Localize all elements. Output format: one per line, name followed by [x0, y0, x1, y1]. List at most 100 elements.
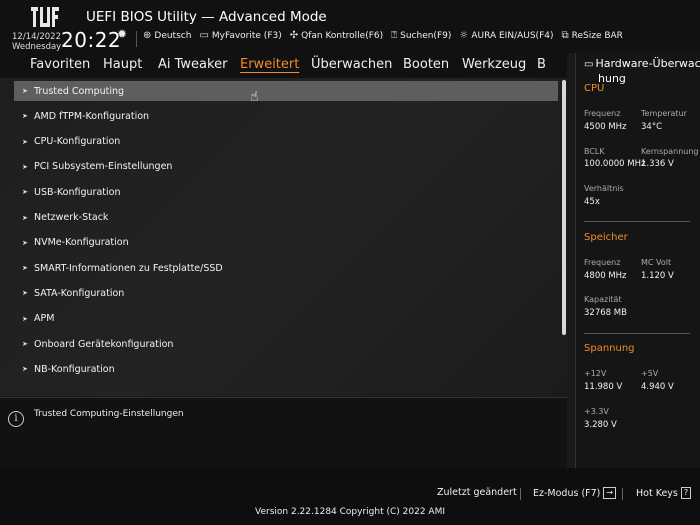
menu-item[interactable]: ➤ AMD fTPM-Konfiguration — [14, 106, 558, 126]
menu-item-label: Netzwerk-Stack — [34, 212, 109, 223]
ratio-label: Verhältnis — [584, 184, 624, 193]
v12-value: 11.980 V — [584, 382, 623, 392]
aura-label: AURA EIN/AUS(F4) — [471, 31, 554, 41]
arrow-right-icon: ➤ — [22, 137, 28, 146]
mem-freq-value: 4800 MHz — [584, 271, 627, 281]
qfan-button[interactable]: ✣ Qfan Kontrolle(F6) — [289, 30, 384, 42]
gear-icon[interactable]: ✹ — [117, 27, 127, 41]
header-divider — [136, 31, 137, 47]
hot-keys-button[interactable]: Hot Keys ? — [636, 487, 692, 499]
tab-haupt[interactable]: Haupt — [103, 57, 142, 72]
footer-bar: Zuletzt geändert Ez-Modus (F7) → Hot Key… — [0, 468, 700, 525]
qfan-label: Qfan Kontrolle(F6) — [301, 31, 384, 41]
menu-item[interactable]: ➤ CPU-Konfiguration — [14, 132, 558, 152]
menu-item[interactable]: ➤ Trusted Computing — [14, 81, 558, 101]
arrow-right-icon: ➤ — [22, 188, 28, 197]
menu-item-label: SATA-Konfiguration — [34, 287, 125, 299]
search-label: Suchen(F9) — [400, 31, 452, 41]
date-display: 12/14/2022 Wednesday — [12, 32, 61, 52]
tab-werkzeug[interactable]: Werkzeug — [462, 57, 526, 72]
mc-volt-value: 1.120 V — [641, 271, 674, 281]
last-modified-button[interactable]: Zuletzt geändert — [437, 487, 517, 498]
hot-keys-label: Hot Keys — [636, 487, 678, 499]
menu-item-label: Onboard Gerätekonfiguration — [34, 338, 174, 350]
help-text: Trusted Computing-Einstellungen — [34, 409, 184, 419]
v12-label: +12V — [584, 369, 607, 378]
capacity-value: 32768 MB — [584, 308, 627, 318]
arrow-right-icon: ➤ — [22, 162, 28, 171]
tab-ai-tweaker[interactable]: Ai Tweaker — [158, 57, 227, 72]
menu-item[interactable]: ➤ SMART-Informationen zu Festplatte/SSD — [14, 258, 558, 278]
resize-bar-icon: ⧉ — [561, 30, 569, 41]
menu-item-label: PCI Subsystem-Einstellungen — [34, 161, 173, 173]
last-modified-label: Zuletzt geändert — [437, 487, 517, 498]
tab-erweitert[interactable]: Erweitert — [240, 57, 299, 72]
footer-divider — [622, 488, 623, 500]
ez-mode-button[interactable]: Ez-Modus (F7) → — [533, 487, 617, 499]
menu-item[interactable]: ➤ Netzwerk-Stack — [14, 208, 558, 228]
page-title: UEFI BIOS Utility — Advanced Mode — [86, 9, 327, 25]
arrow-right-icon: ➤ — [22, 213, 28, 222]
aura-icon: ☼ — [459, 30, 469, 41]
exit-arrow-icon: → — [603, 487, 617, 499]
scrollbar[interactable] — [562, 80, 566, 335]
capacity-label: Kapazität — [584, 295, 622, 304]
menu-item-label: APM — [34, 313, 55, 325]
language-button[interactable]: ⊕ Deutsch — [143, 30, 192, 42]
mc-volt-label: MC Volt — [641, 258, 672, 267]
help-search-icon: ⍰ — [391, 30, 398, 41]
search-button[interactable]: ⍰ Suchen(F9) — [391, 30, 452, 42]
v5-label: +5V — [641, 369, 659, 378]
header-bar: UEFI BIOS Utility — Advanced Mode 12/14/… — [0, 0, 700, 53]
hardware-monitor-panel: ▭ Hardware-Überwac hung CPU Frequenz Temp… — [575, 53, 700, 468]
mem-freq-label: Frequenz — [584, 258, 621, 267]
fan-icon: ✣ — [289, 30, 299, 41]
tab-partial[interactable]: B — [537, 57, 546, 72]
menu-item-label: NVMe-Konfiguration — [34, 237, 129, 249]
myfavorite-button[interactable]: ▭ MyFavorite (F3) — [199, 30, 282, 42]
arrow-right-icon: ➤ — [22, 264, 28, 273]
cpu-heading: CPU — [584, 83, 605, 94]
favorite-icon: ▭ — [199, 30, 209, 41]
menu-item-label: NB-Konfiguration — [34, 363, 115, 375]
weekday-text: Wednesday — [12, 42, 62, 52]
vcore-value: 1.336 V — [641, 159, 674, 169]
clock-display: 20:22 — [61, 28, 122, 52]
menu-item[interactable]: ➤ APM — [14, 309, 558, 329]
hw-title-line1: Hardware-Überwac — [595, 57, 700, 70]
myfavorite-label: MyFavorite (F3) — [211, 31, 282, 41]
arrow-right-icon: ➤ — [22, 289, 28, 298]
menu-item[interactable]: ➤ Onboard Gerätekonfiguration — [14, 334, 558, 354]
menu-item[interactable]: ➤ PCI Subsystem-Einstellungen — [14, 157, 558, 177]
bclk-label: BCLK — [584, 147, 605, 156]
v5-value: 4.940 V — [641, 382, 674, 392]
memory-heading: Speicher — [584, 232, 628, 243]
main-tabs: Favoriten Haupt Ai Tweaker Erweitert Übe… — [0, 53, 567, 78]
bclk-value: 100.0000 MHz — [584, 159, 646, 169]
aura-button[interactable]: ☼ AURA EIN/AUS(F4) — [459, 30, 554, 42]
toolbar: ⊕ Deutsch ▭ MyFavorite (F3) ✣ Qfan Kontr… — [143, 30, 623, 42]
language-label: Deutsch — [154, 31, 192, 41]
menu-item-label: CPU-Konfiguration — [34, 136, 121, 148]
cpu-temp-value: 34°C — [641, 122, 663, 132]
tab-favoriten[interactable]: Favoriten — [30, 57, 90, 72]
menu-item-label: USB-Konfiguration — [34, 186, 121, 198]
hardware-monitor-title: ▭ Hardware-Überwac hung — [584, 57, 700, 86]
menu-item-label: AMD fTPM-Konfiguration — [34, 110, 150, 122]
menu-item[interactable]: ➤ SATA-Konfiguration — [14, 283, 558, 303]
question-icon: ? — [680, 487, 692, 499]
ratio-value: 45x — [584, 197, 600, 207]
menu-item[interactable]: ➤ USB-Konfiguration — [14, 182, 558, 202]
tab-ueberwachen[interactable]: Überwachen — [311, 57, 392, 72]
resize-bar-label: ReSize BAR — [571, 31, 623, 41]
arrow-right-icon: ➤ — [22, 87, 28, 95]
cpu-freq-value: 4500 MHz — [584, 122, 627, 132]
tab-booten[interactable]: Booten — [403, 57, 449, 72]
resize-bar-button[interactable]: ⧉ ReSize BAR — [561, 30, 623, 42]
globe-icon: ⊕ — [143, 30, 152, 41]
section-divider — [584, 333, 690, 334]
menu-item[interactable]: ➤ NB-Konfiguration — [14, 359, 558, 379]
menu-item[interactable]: ➤ NVMe-Konfiguration — [14, 233, 558, 253]
monitor-icon: ▭ — [584, 59, 594, 70]
arrow-right-icon: ➤ — [22, 314, 28, 323]
